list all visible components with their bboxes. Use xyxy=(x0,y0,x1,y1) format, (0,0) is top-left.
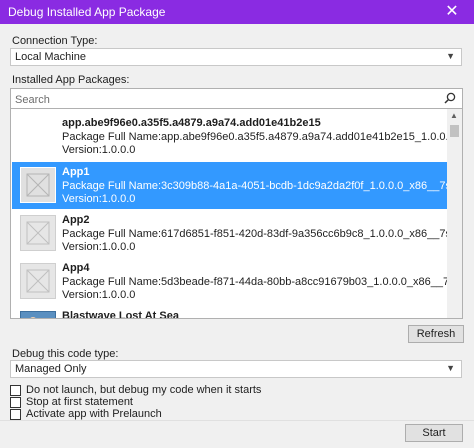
app-thumbnail-icon xyxy=(20,263,56,299)
package-full-name: Package Full Name:617d6851-f851-420d-83d… xyxy=(62,228,463,240)
refresh-button[interactable]: Refresh xyxy=(408,325,464,343)
close-icon[interactable]: ✕ xyxy=(430,0,474,24)
package-name: App4 xyxy=(62,262,90,274)
package-name: App2 xyxy=(62,214,90,226)
checkbox[interactable] xyxy=(10,409,21,420)
option-label: Do not launch, but debug my code when it… xyxy=(26,384,262,396)
dialog-window: Debug Installed App Package ✕ Connection… xyxy=(0,0,474,448)
search-icon[interactable] xyxy=(444,92,456,104)
checkbox[interactable] xyxy=(10,385,21,396)
package-full-name: Package Full Name:app.abe9f96e0.a35f5.a4… xyxy=(62,131,462,143)
dropdown-arrow-icon: ▼ xyxy=(446,51,455,61)
app-thumbnail-icon xyxy=(20,215,56,251)
package-full-name: Package Full Name:3c309b88-4a1a-4051-bcd… xyxy=(62,180,463,192)
scroll-up-icon[interactable]: ▲ xyxy=(450,111,458,120)
package-version: Version:1.0.0.0 xyxy=(62,289,136,301)
code-type-value: Managed Only xyxy=(15,363,87,375)
game-thumbnail-icon xyxy=(20,311,56,318)
title-bar: Debug Installed App Package ✕ xyxy=(0,0,474,24)
package-full-name: Package Full Name:5d3beade-f871-44da-80b… xyxy=(62,276,463,288)
code-type-label: Debug this code type: xyxy=(12,348,119,360)
connection-type-dropdown[interactable]: Local Machine ▼ xyxy=(10,48,462,66)
package-name: Blastwave Lost At Sea xyxy=(62,310,179,319)
dropdown-arrow-icon: ▼ xyxy=(446,363,455,373)
connection-type-label: Connection Type: xyxy=(12,35,98,47)
code-type-dropdown[interactable]: Managed Only ▼ xyxy=(10,360,462,378)
package-list[interactable]: app.abe9f96e0.a35f5.a4879.a9a74.add01e41… xyxy=(10,109,463,319)
search-box[interactable] xyxy=(10,88,463,109)
window-title: Debug Installed App Package xyxy=(8,5,166,19)
app-thumbnail-icon xyxy=(20,167,56,203)
scrollbar-thumb[interactable] xyxy=(450,125,459,137)
package-version: Version:1.0.0.0 xyxy=(62,144,136,156)
search-input[interactable] xyxy=(13,91,437,108)
package-name: App1 xyxy=(62,166,90,178)
installed-packages-label: Installed App Packages: xyxy=(12,74,130,86)
option-label: Stop at first statement xyxy=(26,396,133,408)
list-item[interactable]: App2 Package Full Name:617d6851-f851-420… xyxy=(12,210,462,257)
list-scrollbar[interactable]: ▲ xyxy=(447,109,462,318)
start-button[interactable]: Start xyxy=(405,424,463,442)
list-item-selected[interactable]: App1 Package Full Name:3c309b88-4a1a-405… xyxy=(12,162,462,209)
package-version: Version:1.0.0.0 xyxy=(62,241,136,253)
list-item[interactable]: Blastwave Lost At Sea xyxy=(12,306,448,319)
checkbox[interactable] xyxy=(10,397,21,408)
package-name: app.abe9f96e0.a35f5.a4879.a9a74.add01e41… xyxy=(62,117,321,129)
connection-type-value: Local Machine xyxy=(15,51,86,63)
list-item[interactable]: app.abe9f96e0.a35f5.a4879.a9a74.add01e41… xyxy=(12,113,462,160)
footer-divider xyxy=(0,420,474,421)
option-label: Activate app with Prelaunch xyxy=(26,408,162,420)
list-item[interactable]: App4 Package Full Name:5d3beade-f871-44d… xyxy=(12,258,462,305)
package-version: Version:1.0.0.0 xyxy=(62,193,136,205)
